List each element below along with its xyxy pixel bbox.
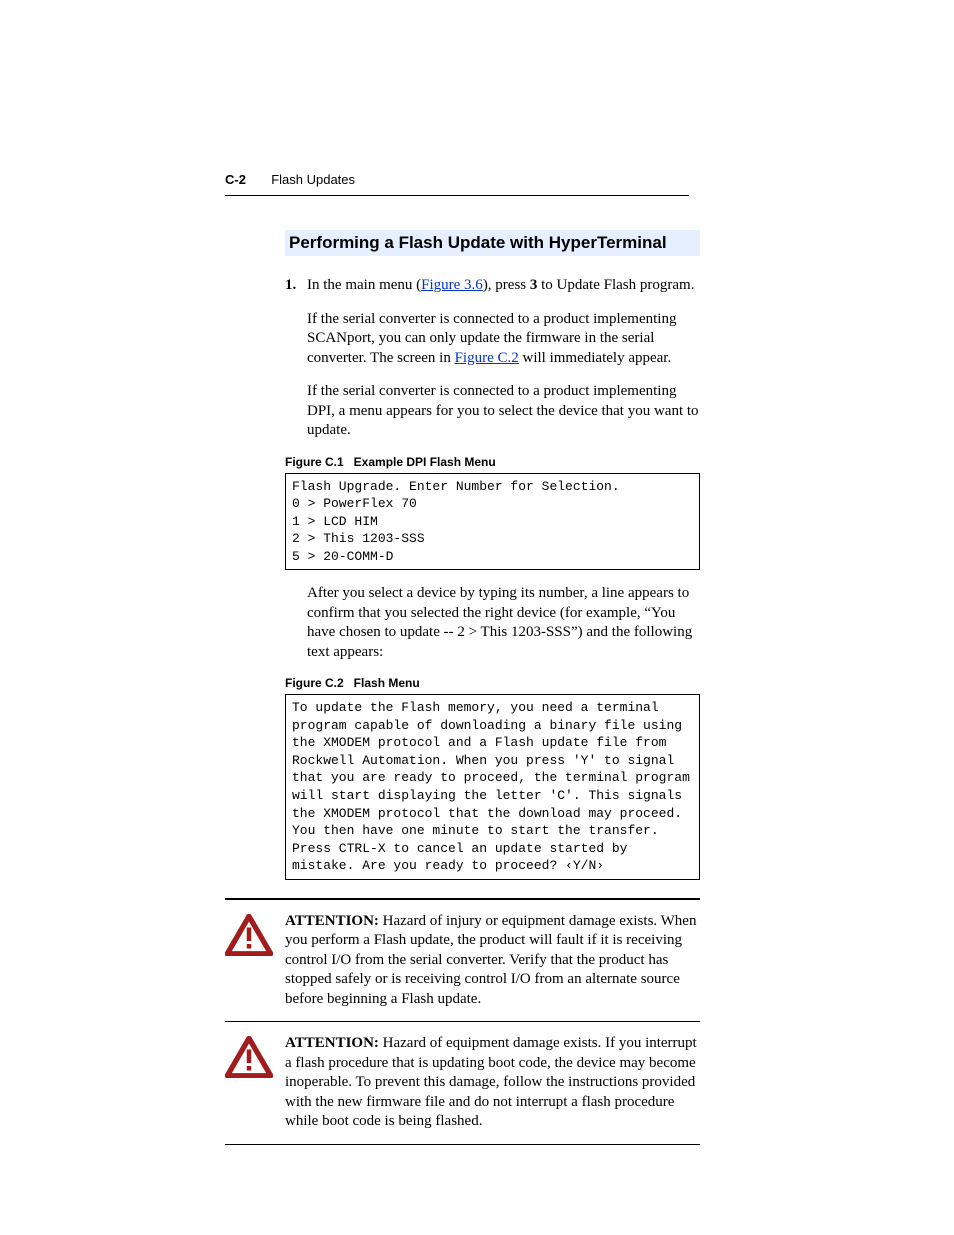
figure-c1-code: Flash Upgrade. Enter Number for Selectio… <box>285 473 700 571</box>
rule <box>225 1021 700 1022</box>
document-page: C-2 Flash Updates Performing a Flash Upd… <box>0 0 954 1235</box>
paragraph: If the serial converter is connected to … <box>307 310 700 369</box>
main-content: Performing a Flash Update with HyperTerm… <box>285 230 700 1151</box>
warning-triangle-icon <box>225 1034 277 1083</box>
figure-3-6-link[interactable]: Figure 3.6 <box>421 277 483 293</box>
page-header: C-2 Flash Updates <box>225 172 689 187</box>
paragraph: If the serial converter is connected to … <box>307 382 700 441</box>
rule <box>225 898 700 900</box>
step-1: 1.In the main menu (Figure 3.6), press 3… <box>307 276 700 296</box>
step-number: 1. <box>285 276 307 296</box>
attention-section: ATTENTION: Hazard of injury or equipment… <box>225 898 700 1145</box>
header-rule <box>225 195 689 196</box>
attention-1: ATTENTION: Hazard of injury or equipment… <box>225 906 700 1016</box>
rule <box>225 1144 700 1145</box>
warning-triangle-icon <box>225 912 277 961</box>
figure-c2-code: To update the Flash memory, you need a t… <box>285 694 700 879</box>
attention-2-text: ATTENTION: Hazard of equipment damage ex… <box>285 1034 700 1132</box>
section-heading: Performing a Flash Update with HyperTerm… <box>285 230 700 256</box>
figure-c1-label: Figure C.1 Example DPI Flash Menu <box>285 455 700 469</box>
figure-c2-label: Figure C.2 Flash Menu <box>285 676 700 690</box>
chapter-title: Flash Updates <box>271 172 355 187</box>
figure-c-2-link[interactable]: Figure C.2 <box>455 350 519 366</box>
attention-2: ATTENTION: Hazard of equipment damage ex… <box>225 1028 700 1138</box>
page-number: C-2 <box>225 172 246 187</box>
attention-1-text: ATTENTION: Hazard of injury or equipment… <box>285 912 700 1010</box>
paragraph: After you select a device by typing its … <box>307 584 700 662</box>
